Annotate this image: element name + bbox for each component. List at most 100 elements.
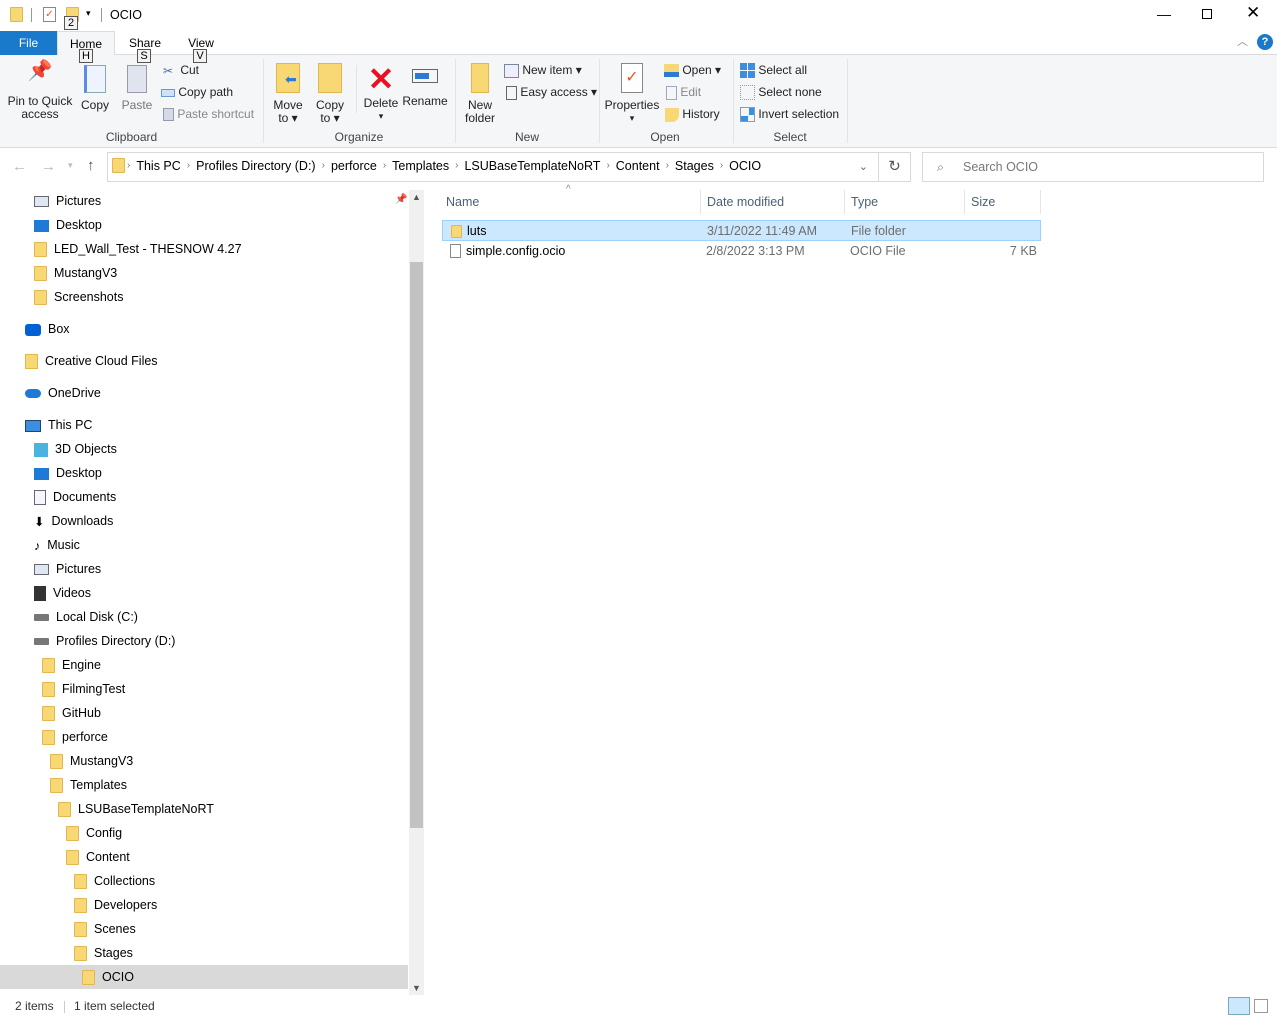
maximize-button[interactable] (1202, 9, 1212, 19)
details-view-button[interactable] (1228, 997, 1250, 1015)
search-input[interactable]: ⌕ Search OCIO (922, 152, 1264, 182)
nav-item[interactable]: Screenshots (0, 285, 408, 309)
nav-item[interactable]: Templates (0, 773, 408, 797)
breadcrumb-item[interactable]: Content (616, 159, 660, 173)
breadcrumb-item[interactable]: This PC (136, 159, 180, 173)
select-all-button[interactable]: Select all (740, 63, 807, 79)
address-dropdown-icon[interactable]: ⌄ (859, 160, 868, 173)
help-icon[interactable]: ? (1257, 34, 1273, 50)
breadcrumb-item[interactable]: OCIO (729, 159, 761, 173)
move-to-button[interactable]: ⬅ Move to ▾ (270, 63, 306, 125)
chevron-right-icon[interactable]: › (322, 160, 325, 171)
nav-item[interactable]: Scenes (0, 917, 408, 941)
breadcrumb-item[interactable]: Profiles Directory (D:) (196, 159, 315, 173)
scrollbar-thumb[interactable] (410, 262, 423, 828)
nav-item[interactable]: GitHub (0, 701, 408, 725)
paste-button[interactable]: Paste (118, 65, 156, 112)
scroll-up-icon[interactable]: ▲ (412, 192, 421, 202)
chevron-right-icon[interactable]: › (187, 160, 190, 171)
paste-shortcut-button[interactable]: Paste shortcut (163, 107, 254, 122)
collapse-ribbon-icon[interactable]: ︿ (1237, 33, 1248, 49)
open-button[interactable]: Open ▾ (664, 63, 721, 78)
drive-icon (34, 614, 49, 622)
tab-file[interactable]: File (0, 31, 57, 55)
breadcrumb-item[interactable]: perforce (331, 159, 377, 173)
nav-item[interactable]: ⬇ Downloads (0, 509, 408, 533)
divider (64, 1001, 65, 1013)
nav-item[interactable]: LED_Wall_Test - THESNOW 4.27 (0, 237, 408, 261)
new-item-button[interactable]: New item ▾ (504, 63, 582, 78)
cut-button[interactable]: ✂ Cut (163, 63, 199, 78)
nav-item[interactable]: This PC (0, 413, 408, 437)
easy-access-button[interactable]: Easy access ▾ (506, 85, 597, 100)
delete-button[interactable]: ✕ Delete ▾ (360, 61, 402, 123)
copy-to-button[interactable]: Copy to ▾ (312, 63, 348, 125)
qat-dropdown-icon[interactable]: ▾ (86, 8, 91, 19)
chevron-right-icon[interactable]: › (666, 160, 669, 171)
chevron-right-icon[interactable]: › (720, 160, 723, 171)
new-folder-button[interactable]: New folder (460, 63, 500, 125)
close-button[interactable]: ✕ (1246, 3, 1260, 23)
chevron-right-icon[interactable]: › (127, 160, 130, 171)
breadcrumb-item[interactable]: Stages (675, 159, 714, 173)
nav-item[interactable]: perforce (0, 725, 408, 749)
nav-item[interactable]: MustangV3 (0, 261, 408, 285)
nav-item[interactable]: Box (0, 317, 408, 341)
up-button[interactable]: ↑ (87, 157, 95, 174)
edit-button[interactable]: Edit (666, 85, 701, 100)
invert-selection-icon (740, 107, 755, 123)
nav-item[interactable]: Desktop (0, 213, 408, 237)
breadcrumb-item[interactable]: LSUBaseTemplateNoRT (464, 159, 600, 173)
recent-locations-button[interactable]: ▾ (68, 160, 73, 171)
copy-button[interactable]: Copy (78, 65, 112, 112)
chevron-right-icon[interactable]: › (606, 160, 609, 171)
nav-item[interactable]: Creative Cloud Files (0, 349, 408, 373)
breadcrumb-item[interactable]: Templates (392, 159, 449, 173)
select-none-button[interactable]: Select none (740, 85, 822, 101)
refresh-button[interactable]: ↻ (878, 152, 911, 182)
nav-item[interactable]: Desktop (0, 461, 408, 485)
large-icons-view-button[interactable] (1254, 999, 1268, 1013)
chevron-right-icon[interactable]: › (455, 160, 458, 171)
properties-button[interactable]: ✓ Properties ▾ (604, 63, 660, 125)
back-button[interactable]: ← (12, 158, 27, 175)
music-icon: ♪ (34, 538, 41, 553)
nav-item[interactable]: 3D Objects (0, 437, 408, 461)
invert-selection-button[interactable]: Invert selection (740, 107, 839, 123)
keytip-home: H (79, 49, 93, 63)
nav-item[interactable]: Developers (0, 893, 408, 917)
history-button[interactable]: History (665, 107, 720, 122)
column-header-name[interactable]: Name (440, 190, 701, 214)
nav-item[interactable]: Engine (0, 653, 408, 677)
nav-item[interactable]: Config (0, 821, 408, 845)
properties-qat-icon[interactable]: ✓ (43, 7, 56, 22)
nav-item[interactable]: ♪ Music (0, 533, 408, 557)
nav-item[interactable]: OneDrive (0, 381, 408, 405)
scroll-down-icon[interactable]: ▼ (412, 983, 421, 993)
file-row[interactable]: simple.config.ocio 2/8/2022 3:13 PM OCIO F… (442, 241, 1041, 262)
column-header-date[interactable]: Date modified (701, 190, 845, 214)
nav-item[interactable]: Content (0, 845, 408, 869)
column-header-size[interactable]: Size (965, 190, 1041, 214)
nav-item[interactable]: MustangV3 (0, 749, 408, 773)
nav-item[interactable]: Documents (0, 485, 408, 509)
nav-item[interactable]: FilmingTest (0, 677, 408, 701)
copy-path-button[interactable]: Copy path (161, 85, 233, 99)
nav-item[interactable]: Pictures (0, 557, 408, 581)
nav-item[interactable]: Collections (0, 869, 408, 893)
nav-item[interactable]: Stages (0, 941, 408, 965)
forward-button[interactable]: → (41, 158, 56, 175)
column-header-type[interactable]: Type (845, 190, 965, 214)
nav-item[interactable]: Pictures (0, 189, 408, 213)
nav-item[interactable]: Videos (0, 581, 408, 605)
nav-item[interactable]: LSUBaseTemplateNoRT (0, 797, 408, 821)
chevron-right-icon[interactable]: › (383, 160, 386, 171)
file-row[interactable]: luts 3/11/2022 11:49 AM File folder (442, 220, 1041, 241)
nav-item[interactable]: Local Disk (C:) (0, 605, 408, 629)
pin-to-quick-access-button[interactable]: 📌 Pin to Quick access (4, 61, 76, 121)
address-bar[interactable]: › This PC › Profiles Directory (D:) › perforc… (107, 152, 879, 182)
nav-item[interactable]: Profiles Directory (D:) (0, 629, 408, 653)
rename-button[interactable]: Rename (402, 65, 448, 108)
minimize-button[interactable]: — (1157, 6, 1171, 22)
nav-item[interactable]: OCIO (0, 965, 408, 989)
